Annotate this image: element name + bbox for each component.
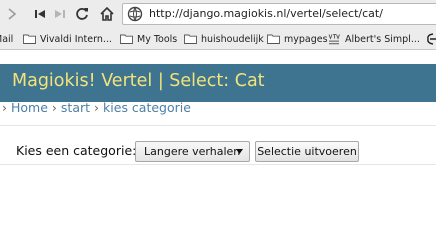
dropdown-arrow-icon bbox=[236, 149, 243, 154]
more-bookmarks-icon[interactable] bbox=[425, 32, 436, 46]
breadcrumb-separator: › bbox=[51, 99, 57, 115]
site-info-icon[interactable] bbox=[127, 6, 143, 22]
forward-icon[interactable] bbox=[2, 4, 22, 24]
reload-icon[interactable] bbox=[72, 4, 92, 24]
folder-icon bbox=[120, 34, 133, 44]
bookmark-label: My Tools bbox=[137, 33, 178, 45]
bookmarks-bar: Mail Vivaldi Intern... My Tools huishoud… bbox=[0, 28, 436, 50]
rewind-icon[interactable] bbox=[30, 4, 50, 24]
bookmark-label: huishoudelijk bbox=[201, 33, 264, 45]
bookmark-label: Albert's Simpl... bbox=[345, 33, 420, 45]
folder-icon bbox=[184, 34, 197, 44]
bookmark-label: Mail bbox=[0, 33, 14, 45]
divider bbox=[0, 164, 436, 165]
breadcrumb-home[interactable]: Home bbox=[11, 100, 48, 115]
submit-selection-button[interactable]: Selectie uitvoeren bbox=[255, 141, 359, 162]
site-header: Magiokis! Vertel | Select: Cat bbox=[0, 64, 436, 102]
bookmark-alberts-simple[interactable]: Albert's Simpl... bbox=[327, 32, 420, 46]
bookmark-label: mypages bbox=[284, 33, 328, 45]
address-bar[interactable]: http://django.magiokis.nl/vertel/select/… bbox=[122, 3, 436, 25]
breadcrumb-separator: › bbox=[2, 99, 7, 115]
category-label: Kies een categorie: bbox=[16, 143, 137, 158]
folder-icon bbox=[23, 34, 36, 44]
category-select[interactable]: Langere verhalen bbox=[135, 141, 250, 162]
home-icon[interactable] bbox=[97, 4, 117, 24]
category-select-value: Langere verhalen bbox=[144, 145, 241, 158]
breadcrumb-separator: › bbox=[94, 99, 100, 115]
breadcrumb-kies-categorie[interactable]: kies categorie bbox=[103, 100, 191, 115]
bookmark-vivaldi-intern[interactable]: Vivaldi Intern... bbox=[23, 32, 112, 46]
bookmark-my-tools[interactable]: My Tools bbox=[120, 32, 177, 46]
breadcrumb: › Home › start › kies categorie bbox=[2, 99, 195, 115]
site-title: Magiokis! Vertel | Select: Cat bbox=[12, 71, 265, 91]
fast-forward-icon[interactable] bbox=[50, 4, 70, 24]
browser-toolbar: http://django.magiokis.nl/vertel/select/… bbox=[0, 0, 436, 28]
bookmark-mypages[interactable]: mypages bbox=[267, 32, 328, 46]
bookmark-huishoudelijk[interactable]: huishoudelijk bbox=[184, 32, 264, 46]
breadcrumb-start[interactable]: start bbox=[61, 100, 90, 115]
url-text: http://django.magiokis.nl/vertel/select/… bbox=[149, 7, 383, 20]
folder-icon bbox=[267, 34, 280, 44]
bookmark-label: Vivaldi Intern... bbox=[40, 33, 112, 45]
bookmark-mail[interactable]: Mail bbox=[0, 32, 13, 46]
divider bbox=[0, 125, 436, 126]
vtv-logo-icon bbox=[328, 33, 340, 44]
